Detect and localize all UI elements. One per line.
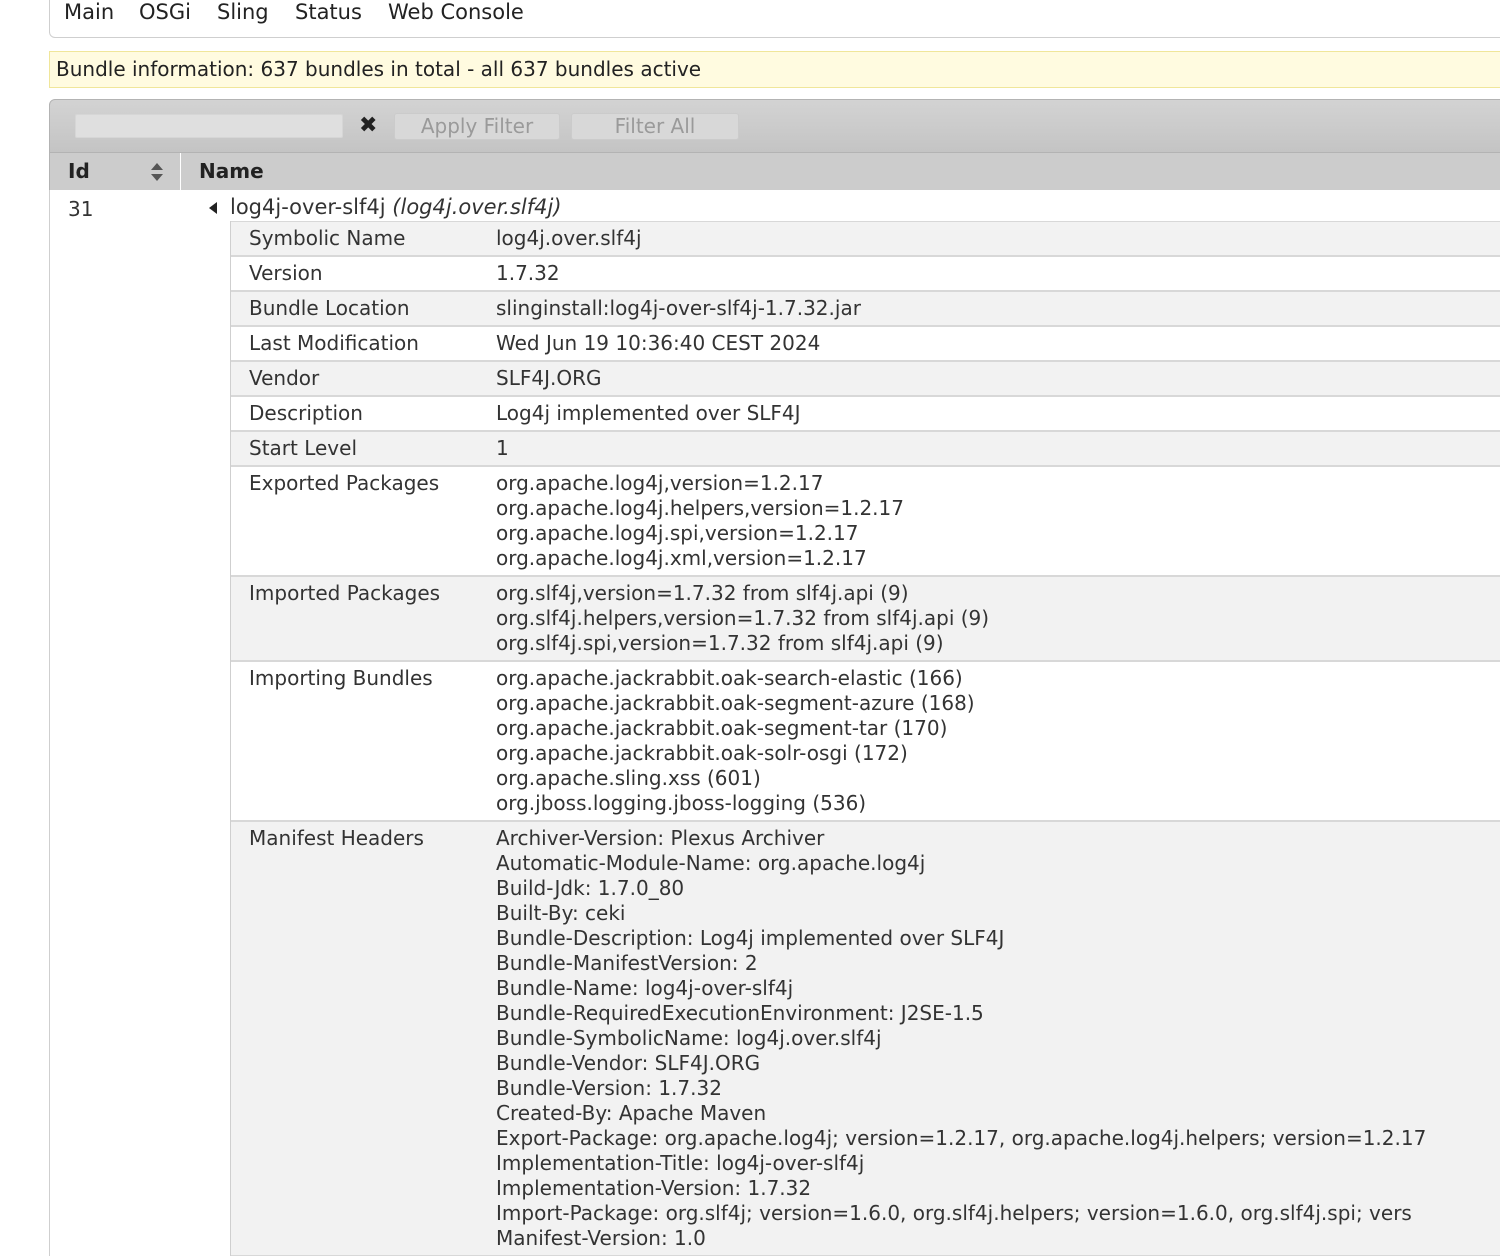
- detail-label: Vendor: [249, 366, 320, 390]
- filter-all-button[interactable]: Filter All: [571, 113, 739, 140]
- detail-value-line: org.apache.log4j,version=1.2.17: [496, 471, 824, 495]
- detail-row-manifest-headers: Manifest Headers Archiver-Version: Plexus…: [231, 821, 1500, 1256]
- detail-row-version: Version 1.7.32: [231, 256, 1500, 291]
- detail-value-line: Bundle-Vendor: SLF4J.ORG: [496, 1051, 761, 1075]
- collapse-triangle-icon[interactable]: [208, 201, 218, 215]
- detail-value-line: Archiver-Version: Plexus Archiver: [496, 826, 825, 850]
- detail-value-line: Bundle-Description: Log4j implemented ov…: [496, 926, 1005, 950]
- detail-row-start-level: Start Level 1: [231, 431, 1500, 466]
- bundle-details-table: Symbolic Name log4j.over.slf4j Version 1.7.…: [230, 221, 1500, 1256]
- detail-value: 1.7.32: [496, 257, 1500, 290]
- column-header-id[interactable]: Id: [68, 153, 90, 190]
- bundle-table-body: 31 log4j-over-slf4j (log4j.over.slf4j) S…: [49, 190, 1500, 1256]
- filter-input[interactable]: [75, 114, 343, 138]
- detail-value: log4j.over.slf4j: [496, 222, 1500, 255]
- nav-item-main[interactable]: Main: [64, 0, 114, 24]
- detail-value-line: Manifest-Version: 1.0: [496, 1226, 706, 1250]
- filter-toolbar: ✖ Apply Filter Filter All: [49, 99, 1500, 153]
- bundle-status-line: Bundle information: 637 bundles in total…: [49, 51, 1500, 88]
- table-header: Id Name: [49, 153, 1500, 190]
- detail-value-line: Bundle-ManifestVersion: 2: [496, 951, 758, 975]
- detail-value-line: Import-Package: org.slf4j; version=1.6.0…: [496, 1201, 1412, 1225]
- detail-value-line: Bundle-RequiredExecutionEnvironment: J2S…: [496, 1001, 984, 1025]
- nav-item-status[interactable]: Status: [295, 0, 362, 24]
- nav-item-web-console[interactable]: Web Console: [388, 0, 524, 24]
- detail-row-symbolic-name: Symbolic Name log4j.over.slf4j: [231, 221, 1500, 256]
- detail-value-line: Created-By: Apache Maven: [496, 1101, 767, 1125]
- detail-value-line: Bundle-SymbolicName: log4j.over.slf4j: [496, 1026, 882, 1050]
- detail-label: Imported Packages: [249, 581, 441, 605]
- detail-row-bundle-location: Bundle Location slinginstall:log4j-over-s…: [231, 291, 1500, 326]
- detail-row-imported-packages: Imported Packages org.slf4j,version=1.7.3…: [231, 576, 1500, 661]
- detail-value: org.apache.jackrabbit.oak-search-elastic…: [496, 662, 1500, 820]
- detail-value: 1: [496, 432, 1500, 465]
- detail-value-line: org.apache.log4j.helpers,version=1.2.17: [496, 496, 904, 520]
- detail-value-line: Bundle-Name: log4j-over-slf4j: [496, 976, 794, 1000]
- detail-value: SLF4J.ORG: [496, 362, 1500, 395]
- detail-value-line: org.apache.jackrabbit.oak-segment-azure …: [496, 691, 975, 715]
- detail-value: Log4j implemented over SLF4J: [496, 397, 1500, 430]
- bundle-symbolic-name: (log4j.over.slf4j): [392, 195, 562, 219]
- detail-value-line: log4j.over.slf4j: [496, 226, 642, 250]
- detail-value-line: Built-By: ceki: [496, 901, 626, 925]
- detail-value: org.apache.log4j,version=1.2.17 org.apach…: [496, 467, 1500, 575]
- detail-value-line: org.apache.log4j.xml,version=1.2.17: [496, 546, 867, 570]
- detail-value-line: Wed Jun 19 10:36:40 CEST 2024: [496, 331, 821, 355]
- detail-value: slinginstall:log4j-over-slf4j-1.7.32.jar: [496, 292, 1500, 325]
- detail-value-line: org.apache.log4j.spi,version=1.2.17: [496, 521, 859, 545]
- bundle-detail-page: Main OSGi Sling Status Web Console Bundl…: [0, 0, 1500, 1256]
- detail-label: Bundle Location: [249, 296, 410, 320]
- bundle-name-text: log4j-over-slf4j: [230, 195, 386, 219]
- detail-value-line: org.slf4j,version=1.7.32 from slf4j.api …: [496, 581, 909, 605]
- sort-icon[interactable]: [150, 162, 164, 182]
- detail-label: Description: [249, 401, 363, 425]
- detail-value-line: Export-Package: org.apache.log4j; versio…: [496, 1126, 1427, 1150]
- detail-value: org.slf4j,version=1.7.32 from slf4j.api …: [496, 577, 1500, 660]
- detail-value-line: org.slf4j.helpers,version=1.7.32 from sl…: [496, 606, 990, 630]
- detail-label: Exported Packages: [249, 471, 440, 495]
- bundle-id-cell: 31: [68, 197, 94, 221]
- detail-value-line: 1.7.32: [496, 261, 560, 285]
- detail-label: Symbolic Name: [249, 226, 406, 250]
- detail-value-line: org.apache.jackrabbit.oak-solr-osgi (172…: [496, 741, 908, 765]
- detail-value-line: SLF4J.ORG: [496, 366, 602, 390]
- nav-item-osgi[interactable]: OSGi: [139, 0, 191, 24]
- detail-value-line: org.apache.jackrabbit.oak-segment-tar (1…: [496, 716, 948, 740]
- detail-row-exported-packages: Exported Packages org.apache.log4j,versio…: [231, 466, 1500, 576]
- apply-filter-button[interactable]: Apply Filter: [394, 113, 560, 140]
- top-nav-bar: Main OSGi Sling Status Web Console: [49, 0, 1500, 38]
- detail-value-line: org.apache.jackrabbit.oak-search-elastic…: [496, 666, 963, 690]
- detail-value-line: org.jboss.logging.jboss-logging (536): [496, 791, 867, 815]
- column-separator: [180, 153, 181, 190]
- detail-value-line: slinginstall:log4j-over-slf4j-1.7.32.jar: [496, 296, 861, 320]
- nav-item-sling[interactable]: Sling: [217, 0, 269, 24]
- detail-value-line: Automatic-Module-Name: org.apache.log4j: [496, 851, 926, 875]
- detail-value: Archiver-Version: Plexus Archiver Automat…: [496, 822, 1500, 1255]
- detail-value-line: Bundle-Version: 1.7.32: [496, 1076, 722, 1100]
- detail-label: Start Level: [249, 436, 358, 460]
- bundle-name-link[interactable]: log4j-over-slf4j (log4j.over.slf4j): [230, 195, 562, 219]
- detail-row-importing-bundles: Importing Bundles org.apache.jackrabbit.o…: [231, 661, 1500, 821]
- detail-row-description: Description Log4j implemented over SLF4J: [231, 396, 1500, 431]
- detail-value-line: org.slf4j.spi,version=1.7.32 from slf4j.…: [496, 631, 944, 655]
- detail-value-line: Build-Jdk: 1.7.0_80: [496, 876, 685, 900]
- detail-value: Wed Jun 19 10:36:40 CEST 2024: [496, 327, 1500, 360]
- detail-value-line: org.apache.sling.xss (601): [496, 766, 761, 790]
- detail-row-last-modification: Last Modification Wed Jun 19 10:36:40 CES…: [231, 326, 1500, 361]
- detail-value-line: Implementation-Title: log4j-over-slf4j: [496, 1151, 865, 1175]
- column-header-name[interactable]: Name: [199, 153, 264, 190]
- detail-label: Version: [249, 261, 323, 285]
- detail-label: Manifest Headers: [249, 826, 424, 850]
- detail-value-line: Log4j implemented over SLF4J: [496, 401, 801, 425]
- detail-label: Last Modification: [249, 331, 419, 355]
- detail-value-line: 1: [496, 436, 509, 460]
- detail-row-vendor: Vendor SLF4J.ORG: [231, 361, 1500, 396]
- close-icon[interactable]: ✖: [359, 113, 377, 139]
- detail-label: Importing Bundles: [249, 666, 433, 690]
- detail-value-line: Implementation-Version: 1.7.32: [496, 1176, 812, 1200]
